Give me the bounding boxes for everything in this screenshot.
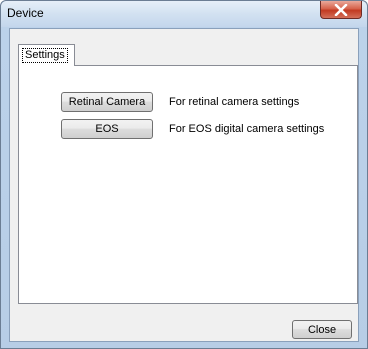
eos-description: For EOS digital camera settings [169, 123, 325, 135]
window-title: Device [7, 6, 44, 20]
eos-button[interactable]: EOS [61, 119, 153, 139]
close-x-icon [334, 3, 348, 16]
tab-settings[interactable]: Settings [18, 44, 75, 66]
close-button[interactable]: Close [292, 320, 352, 339]
dialog-client-area: Settings Retinal Camera For retinal came… [9, 28, 359, 342]
retinal-camera-button[interactable]: Retinal Camera [61, 92, 153, 112]
settings-tab-panel: Retinal Camera For retinal camera settin… [18, 65, 358, 304]
retinal-camera-description: For retinal camera settings [169, 96, 300, 108]
device-dialog: Device Settings Retinal Camera For retin… [0, 0, 368, 349]
title-bar[interactable]: Device [1, 1, 367, 27]
window-close-button[interactable] [320, 1, 362, 19]
tab-settings-label: Settings [22, 48, 68, 63]
